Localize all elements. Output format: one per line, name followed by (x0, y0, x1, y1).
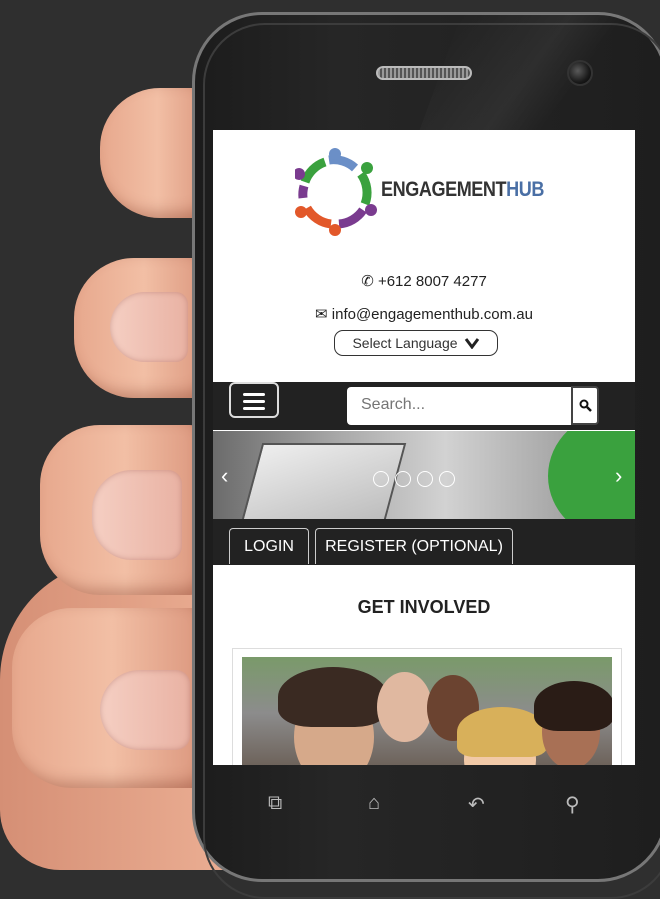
person (534, 681, 612, 731)
slider-dot[interactable] (395, 471, 411, 487)
brand-wordmark: ENGAGEMENTHUB (381, 178, 544, 202)
phone-icon: ✆ (361, 273, 374, 290)
section-title: GET INVOLVED (357, 597, 491, 617)
person (377, 672, 432, 742)
hamburger-icon (243, 400, 265, 403)
slider-dots (373, 471, 455, 487)
person (278, 667, 388, 727)
envelope-icon: ✉ (315, 306, 328, 323)
phone-screen: ENGAGEMENTHUB ✆ +612 8007 4277 ✉ info@en… (213, 130, 635, 765)
fingernail (92, 470, 182, 560)
language-select-label: Select Language (352, 335, 458, 351)
brand-name-blue: HUB (506, 178, 544, 201)
group-photo (242, 657, 612, 765)
tab-login[interactable]: LOGIN (229, 528, 309, 564)
hamburger-icon (243, 407, 265, 410)
speaker-grille (376, 66, 472, 80)
search-icon[interactable]: ⚲ (565, 792, 580, 817)
slider-prev-icon[interactable]: ‹ (221, 463, 228, 489)
menu-button[interactable] (229, 382, 279, 418)
slider-dot[interactable] (439, 471, 455, 487)
search-input[interactable] (347, 387, 575, 423)
contact-phone[interactable]: ✆ +612 8007 4277 (213, 272, 635, 290)
front-camera (567, 60, 593, 86)
tab-register-label: REGISTER (OPTIONAL) (325, 537, 503, 555)
contact-email[interactable]: ✉ info@engagementhub.com.au (213, 305, 635, 323)
hamburger-icon (243, 393, 265, 396)
slider-dot[interactable] (373, 471, 389, 487)
search-button[interactable] (571, 386, 599, 425)
fingernail (100, 670, 190, 750)
email-address: info@engagementhub.com.au (331, 306, 533, 323)
fingernail (110, 292, 188, 362)
hero-slider[interactable]: ‹ › (213, 431, 635, 519)
language-select[interactable]: Select Language (334, 330, 498, 356)
search-box (347, 387, 575, 425)
brand-name-dark: ENGAGEMENT (381, 178, 507, 201)
home-icon[interactable]: ⌂ (368, 792, 380, 815)
feature-card[interactable] (232, 648, 622, 765)
tab-login-label: LOGIN (244, 537, 294, 555)
phone-number: +612 8007 4277 (377, 273, 487, 290)
slider-dot[interactable] (417, 471, 433, 487)
search-icon (579, 399, 592, 412)
recent-apps-icon[interactable]: ⧉ (268, 792, 282, 815)
chevron-down-icon (464, 338, 479, 349)
tab-register[interactable]: REGISTER (OPTIONAL) (315, 528, 513, 564)
back-icon[interactable]: ↶ (468, 792, 485, 817)
slider-next-icon[interactable]: › (615, 463, 622, 489)
